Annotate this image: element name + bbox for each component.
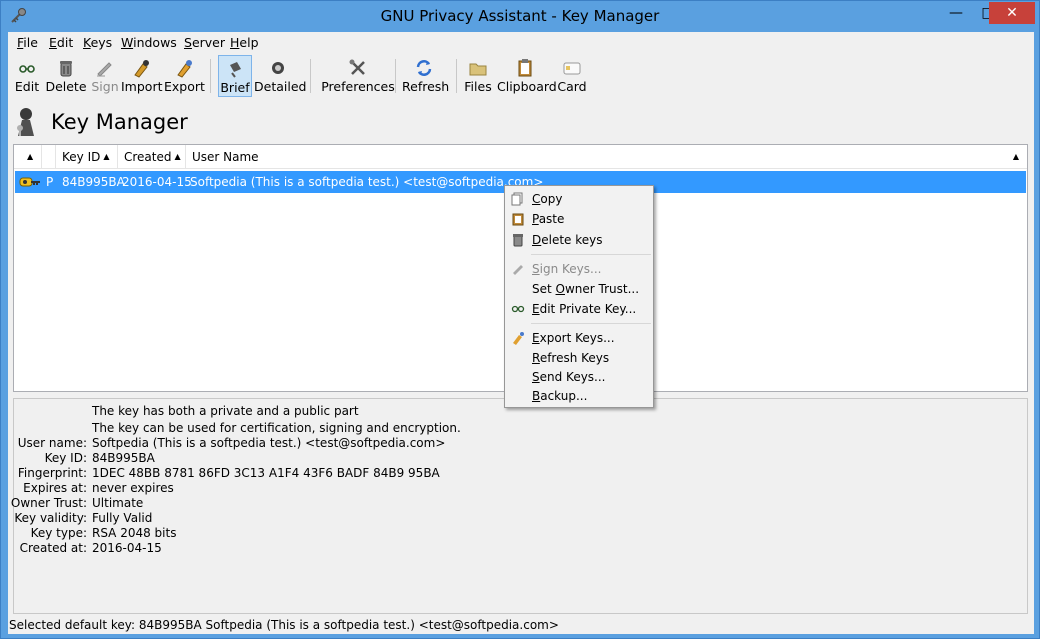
brief-view-button[interactable]: Brief bbox=[218, 55, 252, 97]
detail-created: 2016-04-15 bbox=[92, 541, 162, 555]
detail-key-type: RSA 2048 bits bbox=[92, 526, 177, 540]
key-type: P bbox=[46, 175, 54, 189]
sort-up-icon: ▲ bbox=[103, 152, 110, 161]
copy-icon bbox=[511, 192, 523, 206]
detail-capabilities: The key can be used for certification, s… bbox=[92, 421, 461, 435]
toolbar: Edit Delete Sign Import Export Brief Det… bbox=[8, 53, 1034, 99]
sort-up-icon: ▲ bbox=[1012, 152, 1019, 161]
import-button[interactable]: Import bbox=[121, 55, 163, 97]
menu-copy[interactable]: Copy bbox=[505, 189, 653, 209]
title-bar[interactable]: GNU Privacy Assistant - Key Manager — □ … bbox=[1, 1, 1039, 32]
sort-up-icon: ▲ bbox=[27, 152, 34, 161]
menu-file[interactable]: File bbox=[17, 35, 38, 50]
detail-user-name: Softpedia (This is a softpedia test.) <t… bbox=[92, 436, 446, 450]
export-button[interactable]: Export bbox=[164, 55, 205, 97]
key-created: 2016-04-15 bbox=[122, 175, 192, 189]
edit-key-icon bbox=[19, 65, 35, 73]
window-title: GNU Privacy Assistant - Key Manager bbox=[380, 7, 660, 25]
menu-delete-keys[interactable]: Delete keys bbox=[505, 230, 653, 250]
app-window: GNU Privacy Assistant - Key Manager — □ … bbox=[0, 0, 1040, 639]
sort-up-icon: ▲ bbox=[174, 152, 181, 161]
detail-expires: never expires bbox=[92, 481, 174, 495]
detail-key-id: 84B995BA bbox=[92, 451, 155, 465]
keypair-icon bbox=[19, 177, 40, 187]
menu-send-keys[interactable]: Send Keys... bbox=[505, 367, 653, 387]
trash-icon bbox=[513, 234, 523, 247]
menu-keys[interactable]: Keys bbox=[83, 35, 112, 50]
files-button[interactable]: Files bbox=[463, 55, 493, 97]
detail-parts: The key has both a private and a public … bbox=[92, 404, 359, 418]
minimize-button[interactable]: — bbox=[941, 2, 971, 24]
key-manager-icon bbox=[17, 108, 34, 136]
sign-pen-icon bbox=[513, 265, 523, 275]
paste-icon bbox=[512, 213, 524, 226]
menu-refresh-keys[interactable]: Refresh Keys bbox=[505, 348, 653, 368]
menu-separator bbox=[531, 254, 651, 255]
menu-set-owner-trust[interactable]: Set Owner Trust... bbox=[505, 279, 653, 299]
menu-edit[interactable]: Edit bbox=[49, 35, 73, 50]
preferences-tools-icon bbox=[349, 59, 365, 75]
key-user-name: Softpedia (This is a softpedia test.) <t… bbox=[190, 175, 544, 189]
menu-help[interactable]: Help bbox=[230, 35, 259, 50]
toolbar-separator bbox=[310, 59, 311, 93]
brief-view-icon bbox=[230, 62, 241, 78]
column-user-name[interactable]: User Name ▲ bbox=[186, 145, 1027, 169]
key-manager-header: Key Manager bbox=[8, 102, 1034, 142]
menu-bar: File Edit Keys Windows Server Help bbox=[8, 32, 1034, 52]
clipboard-button[interactable]: Clipboard bbox=[497, 55, 557, 97]
menu-backup[interactable]: Backup... bbox=[505, 386, 653, 406]
column-flag[interactable] bbox=[42, 145, 56, 169]
detail-validity: Fully Valid bbox=[92, 511, 153, 525]
edit-button[interactable]: Edit bbox=[10, 55, 44, 97]
close-button[interactable]: ✕ bbox=[989, 2, 1035, 24]
refresh-icon bbox=[416, 60, 432, 76]
refresh-button[interactable]: Refresh bbox=[402, 55, 449, 97]
menu-windows[interactable]: Windows bbox=[121, 35, 177, 50]
key-details-pane: The key has both a private and a public … bbox=[11, 398, 1028, 614]
delete-button[interactable]: Delete bbox=[44, 55, 88, 97]
sign-button[interactable]: Sign bbox=[88, 55, 122, 97]
column-key-id[interactable]: Key ID ▲ bbox=[56, 145, 118, 169]
menu-server[interactable]: Server bbox=[184, 35, 225, 50]
column-created[interactable]: Created ▲ bbox=[118, 145, 186, 169]
toolbar-separator bbox=[456, 59, 457, 93]
page-title: Key Manager bbox=[51, 110, 188, 134]
menu-separator bbox=[531, 323, 651, 324]
import-icon bbox=[134, 60, 149, 78]
trash-icon bbox=[60, 61, 72, 77]
detail-owner-trust: Ultimate bbox=[92, 496, 144, 510]
export-icon bbox=[177, 60, 192, 78]
column-header: ▲ Key ID ▲ Created ▲ User Name ▲ bbox=[14, 145, 1027, 169]
card-button[interactable]: Card bbox=[556, 55, 588, 97]
menu-export-keys[interactable]: Export Keys... bbox=[505, 328, 653, 348]
detailed-view-button[interactable]: Detailed bbox=[254, 55, 306, 97]
column-type[interactable]: ▲ bbox=[14, 145, 42, 169]
detail-fingerprint: 1DEC 48BB 8781 86FD 3C13 A1F4 43F6 BADF … bbox=[92, 466, 440, 480]
menu-edit-private-key[interactable]: Edit Private Key... bbox=[505, 299, 653, 319]
detailed-view-icon bbox=[272, 62, 284, 74]
menu-sign-keys[interactable]: Sign Keys... bbox=[505, 259, 653, 279]
context-menu: Copy Paste Delete keys Sign Keys... Set … bbox=[504, 185, 654, 408]
key-id: 84B995BA bbox=[62, 175, 125, 189]
sign-pen-icon bbox=[97, 62, 112, 77]
toolbar-separator bbox=[210, 59, 211, 93]
export-icon bbox=[513, 332, 524, 345]
toolbar-separator bbox=[395, 59, 396, 93]
status-bar: Selected default key: 84B995BA Softpedia… bbox=[9, 618, 559, 632]
preferences-button[interactable]: Preferences bbox=[319, 55, 397, 97]
folder-icon bbox=[469, 63, 487, 76]
clipboard-icon bbox=[518, 59, 532, 77]
menu-paste[interactable]: Paste bbox=[505, 209, 653, 229]
smartcard-icon bbox=[563, 62, 581, 75]
edit-key-icon bbox=[511, 305, 525, 313]
